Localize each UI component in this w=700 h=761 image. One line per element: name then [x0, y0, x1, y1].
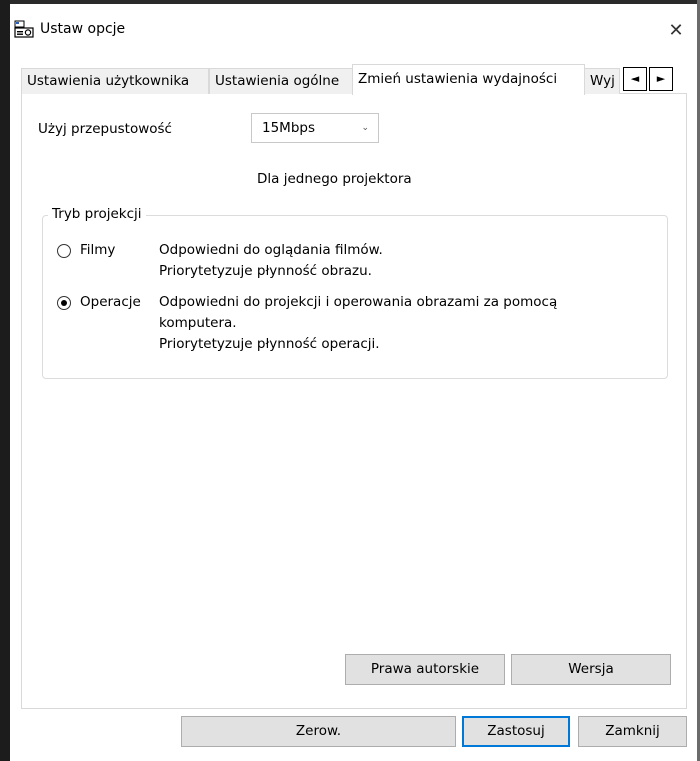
performance-settings-panel: Użyj przepustowość 15Mbps ⌄ Dla jednego …	[21, 94, 687, 709]
tab-scroll-left-icon[interactable]: ◄	[623, 67, 647, 91]
radio-operations[interactable]	[57, 296, 71, 310]
operations-description-line-3: Priorytetyzuje płynność operacji.	[159, 336, 380, 352]
chevron-down-icon: ⌄	[361, 123, 369, 133]
movies-description-line-2: Priorytetyzuje płynność obrazu.	[159, 263, 372, 279]
operations-description-line-2: komputera.	[159, 315, 237, 331]
window-title: Ustaw opcje	[40, 21, 126, 37]
window-frame-left	[0, 0, 10, 761]
operations-description-line-1: Odpowiedni do projekcji i operowania obr…	[159, 294, 558, 310]
bandwidth-value: 15Mbps	[262, 120, 315, 136]
settings-dialog: Ustaw opcje ✕ Ustawienia użytkownika Ust…	[10, 4, 697, 761]
movies-description-line-1: Odpowiedni do oglądania filmów.	[159, 242, 383, 258]
copyright-button[interactable]: Prawa autorskie	[345, 654, 505, 685]
tab-user-settings[interactable]: Ustawienia użytkownika	[21, 68, 209, 95]
projection-mode-title: Tryb projekcji	[48, 206, 146, 222]
radio-movies[interactable]	[57, 244, 71, 258]
projector-app-icon	[14, 20, 34, 38]
single-projector-note: Dla jednego projektora	[257, 171, 412, 187]
close-icon[interactable]: ✕	[663, 18, 689, 44]
tab-general-settings[interactable]: Ustawienia ogólne	[209, 68, 353, 95]
radio-operations-label[interactable]: Operacje	[80, 294, 141, 310]
bandwidth-label: Użyj przepustowość	[38, 121, 172, 137]
tab-strip: Ustawienia użytkownika Ustawienia ogólne…	[21, 64, 687, 95]
reset-button[interactable]: Zerow.	[181, 716, 456, 747]
close-button[interactable]: Zamknij	[578, 716, 687, 747]
title-bar[interactable]: Ustaw opcje ✕	[10, 4, 697, 56]
version-button[interactable]: Wersja	[511, 654, 671, 685]
apply-button[interactable]: Zastosuj	[462, 716, 570, 747]
tab-performance-settings[interactable]: Zmień ustawienia wydajności	[352, 64, 585, 95]
bandwidth-select[interactable]: 15Mbps ⌄	[251, 113, 379, 143]
tab-truncated[interactable]: Wyj	[584, 68, 620, 95]
tab-scroll-right-icon[interactable]: ►	[649, 67, 673, 91]
radio-movies-label[interactable]: Filmy	[80, 242, 115, 258]
